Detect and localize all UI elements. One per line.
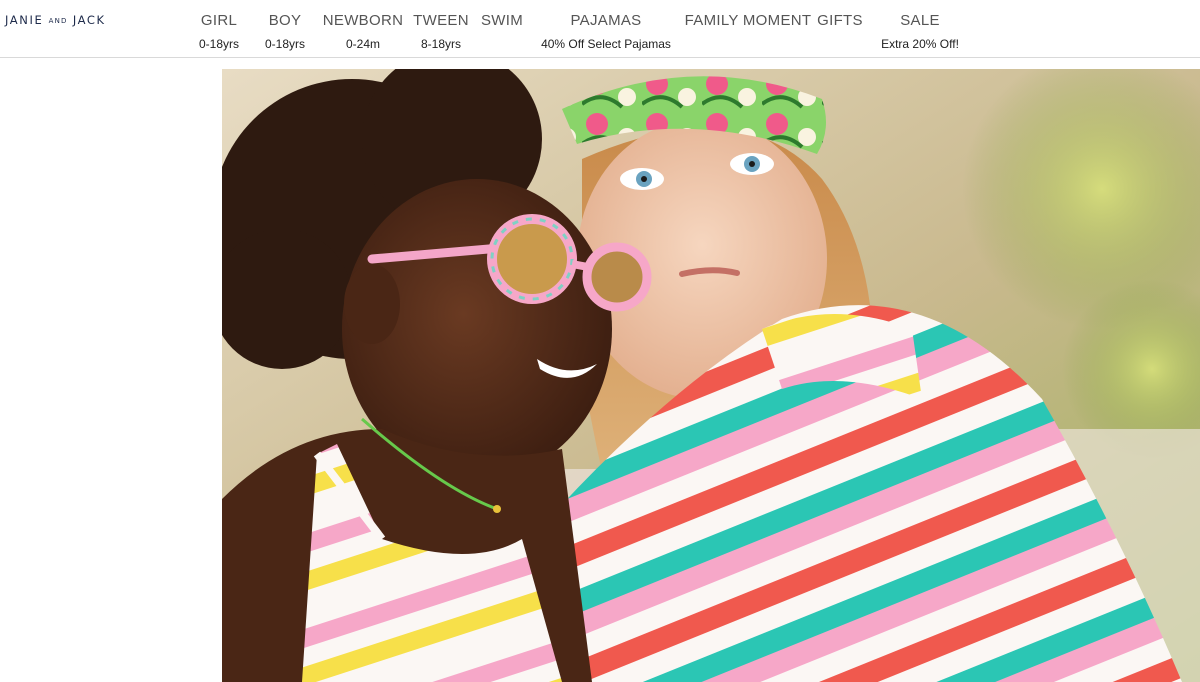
- nav-label: SALE: [900, 12, 940, 29]
- nav-label: NEWBORN: [322, 12, 404, 29]
- nav-item-boy[interactable]: BOY 0-18yrs: [265, 12, 305, 51]
- nav-sublabel: Extra 20% Off!: [881, 37, 959, 51]
- nav-label: TWEEN: [413, 12, 469, 29]
- nav-sublabel: 0-18yrs: [264, 37, 306, 51]
- nav-item-gifts[interactable]: GIFTS: [817, 12, 863, 37]
- logo-word-jack: JACK: [72, 13, 106, 27]
- nav-label: FAMILY MOMENT: [684, 12, 812, 29]
- nav-label: BOY: [268, 12, 302, 29]
- nav-item-swim[interactable]: SWIM: [481, 12, 523, 37]
- nav-item-girl[interactable]: GIRL 0-18yrs: [199, 12, 239, 51]
- nav-label: SWIM: [480, 12, 524, 29]
- nav-label: GIFTS: [817, 12, 863, 29]
- logo-word-and: AND: [48, 17, 68, 25]
- nav-item-sale[interactable]: SALE Extra 20% Off!: [881, 12, 959, 51]
- nav-sublabel: 0-24m: [345, 37, 380, 51]
- nav-item-pajamas[interactable]: PAJAMAS 40% Off Select Pajamas: [541, 12, 671, 51]
- hero-photo: [222, 69, 1200, 682]
- nav-item-family-moment[interactable]: FAMILY MOMENT: [685, 12, 812, 37]
- logo-word-janie: JANIE: [5, 13, 44, 27]
- hero-banner-image[interactable]: [222, 69, 1200, 682]
- nav-item-tween[interactable]: TWEEN 8-18yrs: [413, 12, 469, 51]
- nav-sublabel: 40% Off Select Pajamas: [541, 37, 671, 51]
- brand-logo[interactable]: JANIE AND JACK: [5, 13, 106, 27]
- nav-sublabel: 0-18yrs: [198, 37, 240, 51]
- nav-label: GIRL: [200, 12, 238, 29]
- nav-item-newborn[interactable]: NEWBORN 0-24m: [323, 12, 403, 51]
- nav-sublabel: 8-18yrs: [420, 37, 462, 51]
- site-header: JANIE AND JACK GIRL 0-18yrs BOY 0-18yrs …: [0, 0, 1200, 58]
- nav-label: PAJAMAS: [570, 12, 642, 29]
